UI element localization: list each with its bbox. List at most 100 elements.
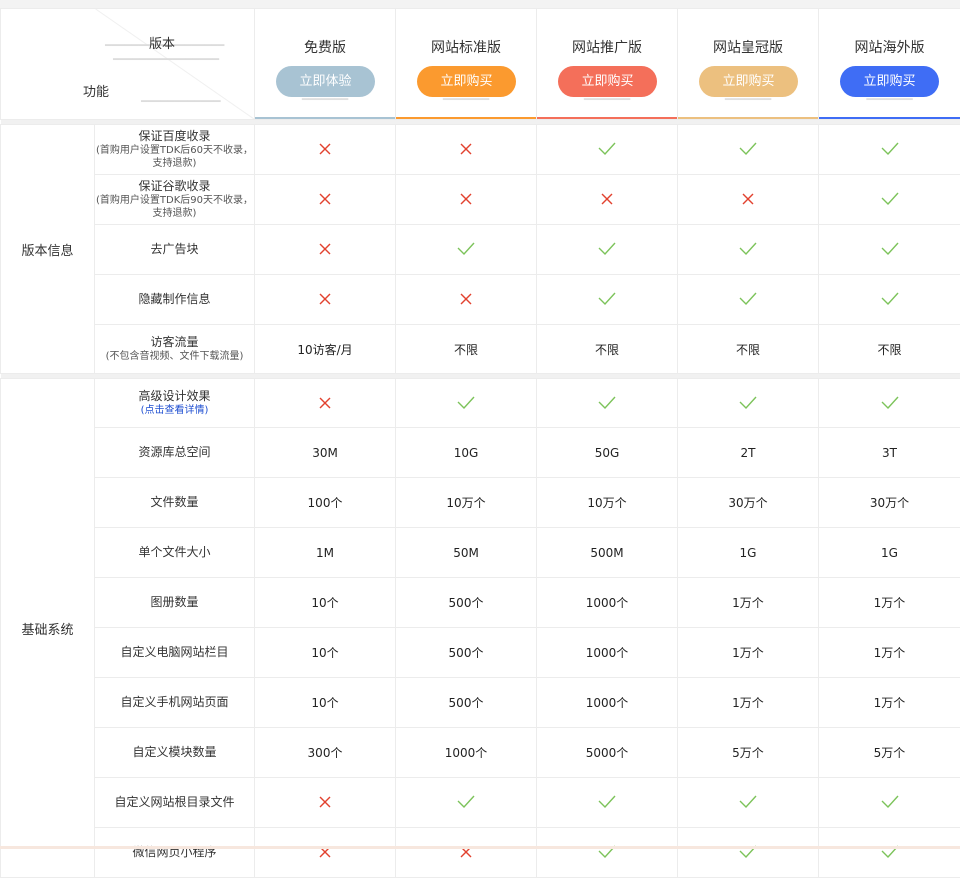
- cross-icon: [460, 293, 472, 305]
- ghost-text: ━━━━━━━: [678, 93, 818, 106]
- value-cell: 1万个: [819, 578, 960, 628]
- table-row: 自定义模块数量300个1000个5000个5万个5万个: [1, 728, 960, 778]
- check-icon: [598, 292, 616, 305]
- feature-note: (不包含音视频、文件下载流量): [95, 350, 254, 363]
- value-cell: 500M: [537, 528, 678, 578]
- table-row: 图册数量10个500个1000个1万个1万个: [1, 578, 960, 628]
- table-row: 去广告块: [1, 225, 960, 275]
- table-row: 微信网页小程序: [1, 828, 960, 878]
- mark-cell: [396, 225, 537, 275]
- value-cell: 1G: [819, 528, 960, 578]
- cross-icon: [601, 193, 613, 205]
- plan-underline: [396, 117, 536, 119]
- plan-header-3: 网站推广版立即购买━━━━━━━: [537, 9, 678, 120]
- plan-header-5: 网站海外版立即购买━━━━━━━: [819, 9, 960, 120]
- check-icon: [739, 396, 757, 409]
- cross-icon: [460, 193, 472, 205]
- feature-cell: 图册数量: [95, 578, 255, 628]
- value-cell: 1万个: [819, 628, 960, 678]
- check-icon: [598, 396, 616, 409]
- value-cell: 1000个: [537, 628, 678, 678]
- feature-label: 功能: [83, 81, 109, 100]
- mark-cell: [678, 275, 819, 325]
- mark-cell: [678, 225, 819, 275]
- feature-name: 去广告块: [150, 242, 198, 256]
- value-cell: 5万个: [819, 728, 960, 778]
- section-name: 版本信息: [1, 125, 95, 374]
- feature-name: 文件数量: [150, 495, 198, 509]
- check-icon: [598, 795, 616, 808]
- feature-cell: 自定义电脑网站栏目: [95, 628, 255, 678]
- value-cell: 500个: [396, 628, 537, 678]
- plan-underline: [678, 117, 818, 119]
- value-cell: 10访客/月: [255, 325, 396, 374]
- plan-name: 网站推广版: [537, 37, 677, 57]
- pricing-comparison: ━━━━━━━━━━━━━━━━━━ ━━━━━━━━━━━━━━━━ ━━━━…: [0, 0, 960, 849]
- mark-cell: [819, 275, 960, 325]
- feature-cell: 去广告块: [95, 225, 255, 275]
- mark-cell: [819, 778, 960, 828]
- value-cell: 不限: [678, 325, 819, 374]
- feature-cell: 文件数量: [95, 478, 255, 528]
- table-row: 自定义电脑网站栏目10个500个1000个1万个1万个: [1, 628, 960, 678]
- value-cell: 100个: [255, 478, 396, 528]
- value-cell: 50M: [396, 528, 537, 578]
- value-cell: 10万个: [396, 478, 537, 528]
- comparison-table: ━━━━━━━━━━━━━━━━━━ ━━━━━━━━━━━━━━━━ ━━━━…: [0, 8, 960, 878]
- feature-name: 单个文件大小: [138, 545, 210, 559]
- value-cell: 10万个: [537, 478, 678, 528]
- table-row: 保证谷歌收录(首购用户设置TDK后90天不收录，支持退款): [1, 175, 960, 225]
- mark-cell: [255, 778, 396, 828]
- check-icon: [457, 795, 475, 808]
- check-icon: [598, 242, 616, 255]
- value-cell: 300个: [255, 728, 396, 778]
- cross-icon: [319, 397, 331, 409]
- value-cell: 5000个: [537, 728, 678, 778]
- value-cell: 1G: [678, 528, 819, 578]
- mark-cell: [819, 175, 960, 225]
- feature-name: 自定义电脑网站栏目: [120, 645, 228, 659]
- table-row: 文件数量100个10万个10万个30万个30万个: [1, 478, 960, 528]
- table-row: 自定义手机网站页面10个500个1000个1万个1万个: [1, 678, 960, 728]
- table-row: 访客流量(不包含音视频、文件下载流量)10访客/月不限不限不限不限: [1, 325, 960, 374]
- cross-icon: [319, 243, 331, 255]
- plan-header-1: 免费版立即体验━━━━━━━: [255, 9, 396, 120]
- mark-cell: [255, 275, 396, 325]
- feature-name: 自定义手机网站页面: [120, 695, 228, 709]
- mark-cell: [537, 225, 678, 275]
- value-cell: 30万个: [819, 478, 960, 528]
- details-link[interactable]: (点击查看详情): [95, 404, 254, 417]
- check-icon: [739, 292, 757, 305]
- cross-icon: [319, 293, 331, 305]
- mark-cell: [255, 828, 396, 878]
- mark-cell: [819, 828, 960, 878]
- value-cell: 500个: [396, 678, 537, 728]
- table-row: 隐藏制作信息: [1, 275, 960, 325]
- section-name: 基础系统: [1, 379, 95, 878]
- value-cell: 1M: [255, 528, 396, 578]
- top-divider: [0, 0, 960, 8]
- check-icon: [881, 142, 899, 155]
- feature-cell: 高级设计效果(点击查看详情): [95, 379, 255, 428]
- version-label: 版本: [149, 33, 175, 52]
- table-row: 单个文件大小1M50M500M1G1G: [1, 528, 960, 578]
- ghost-text: ━━━━━━━: [396, 93, 536, 106]
- feature-name: 自定义模块数量: [132, 745, 216, 759]
- check-icon: [881, 795, 899, 808]
- mark-cell: [396, 828, 537, 878]
- value-cell: 不限: [819, 325, 960, 374]
- ghost-text: ━━━━━━━━━━━━: [141, 95, 220, 108]
- mark-cell: [819, 125, 960, 175]
- table-row: 自定义网站根目录文件: [1, 778, 960, 828]
- mark-cell: [255, 175, 396, 225]
- table-row: 资源库总空间30M10G50G2T3T: [1, 428, 960, 478]
- header-corner: ━━━━━━━━━━━━━━━━━━ ━━━━━━━━━━━━━━━━ ━━━━…: [1, 9, 255, 120]
- feature-name: 隐藏制作信息: [138, 292, 210, 306]
- check-icon: [739, 242, 757, 255]
- value-cell: 50G: [537, 428, 678, 478]
- value-cell: 30万个: [678, 478, 819, 528]
- table-row: 基础系统高级设计效果(点击查看详情): [1, 379, 960, 428]
- value-cell: 1万个: [678, 678, 819, 728]
- cross-icon: [319, 193, 331, 205]
- value-cell: 10个: [255, 578, 396, 628]
